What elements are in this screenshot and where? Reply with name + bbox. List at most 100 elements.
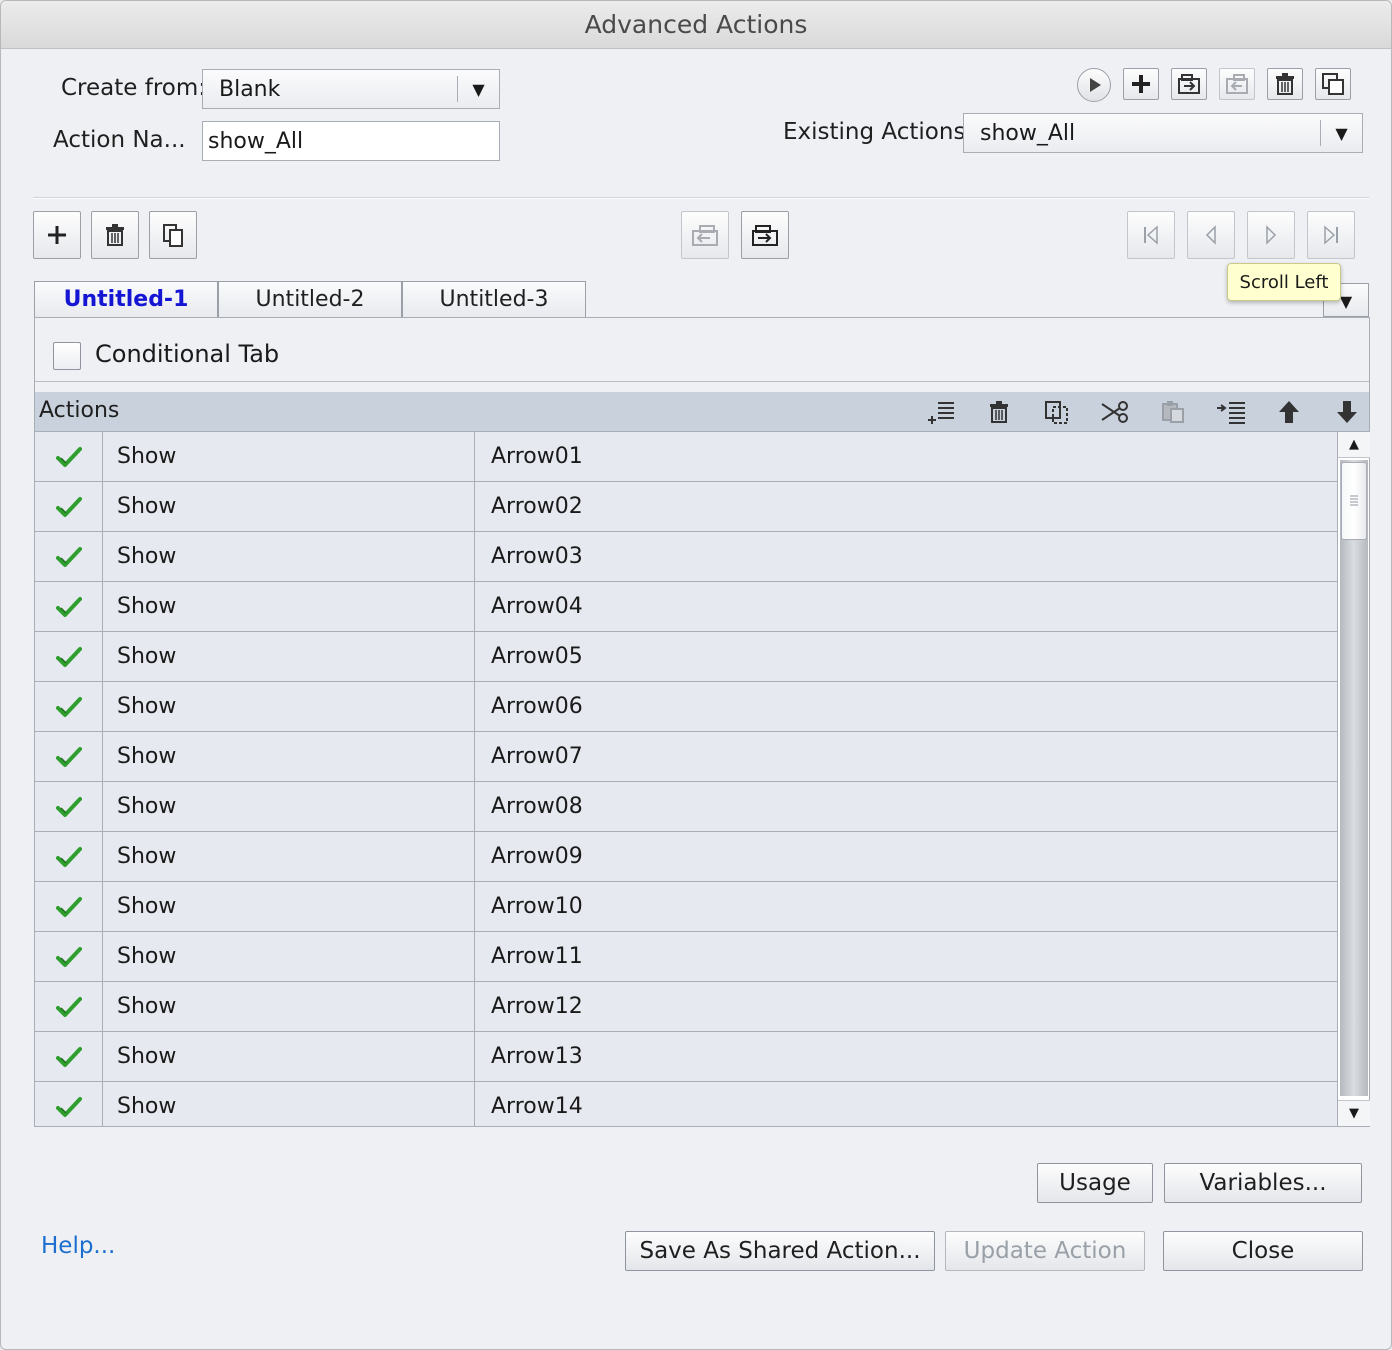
action-cell[interactable]: Show: [103, 732, 475, 781]
checkmark-icon: [55, 1046, 82, 1067]
insert-row-button[interactable]: [925, 396, 957, 428]
checkmark-icon: [55, 946, 82, 967]
action-cell[interactable]: Show: [103, 932, 475, 981]
action-cell[interactable]: Show: [103, 982, 475, 1031]
action-cell[interactable]: Show: [103, 632, 475, 681]
target-cell[interactable]: Arrow14: [475, 1082, 1337, 1126]
tab-untitled-1[interactable]: Untitled-1: [34, 281, 218, 317]
duplicate-action-button[interactable]: [1315, 68, 1351, 100]
action-name-label: Action Na...: [53, 127, 186, 153]
copy-tab-button[interactable]: [149, 211, 197, 259]
table-row[interactable]: Show Arrow09: [35, 832, 1337, 882]
checkmark-icon: [55, 696, 82, 717]
checkmark-icon: [55, 846, 82, 867]
status-cell: [35, 782, 103, 831]
table-row[interactable]: Show Arrow03: [35, 532, 1337, 582]
target-cell[interactable]: Arrow01: [475, 432, 1337, 481]
target-cell[interactable]: Arrow08: [475, 782, 1337, 831]
target-cell[interactable]: Arrow11: [475, 932, 1337, 981]
move-up-button[interactable]: [1273, 396, 1305, 428]
action-cell[interactable]: Show: [103, 682, 475, 731]
target-cell[interactable]: Arrow09: [475, 832, 1337, 881]
save-as-shared-action-button[interactable]: Save As Shared Action...: [625, 1231, 935, 1271]
status-cell: [35, 582, 103, 631]
action-cell[interactable]: Show: [103, 782, 475, 831]
checkmark-icon: [55, 596, 82, 617]
target-cell[interactable]: Arrow13: [475, 1032, 1337, 1081]
table-row[interactable]: Show Arrow08: [35, 782, 1337, 832]
preview-button[interactable]: [1077, 68, 1111, 102]
move-tab-left-button[interactable]: [681, 211, 729, 259]
vertical-scrollbar[interactable]: ▲ ▼: [1337, 432, 1370, 1126]
status-cell: [35, 532, 103, 581]
action-cell[interactable]: Show: [103, 832, 475, 881]
target-cell[interactable]: Arrow03: [475, 532, 1337, 581]
target-cell[interactable]: Arrow10: [475, 882, 1337, 931]
status-cell: [35, 882, 103, 931]
table-row[interactable]: Show Arrow06: [35, 682, 1337, 732]
delete-row-button[interactable]: [983, 396, 1015, 428]
action-cell[interactable]: Show: [103, 532, 475, 581]
action-cell[interactable]: Show: [103, 432, 475, 481]
usage-button[interactable]: Usage: [1037, 1163, 1153, 1203]
table-row[interactable]: Show Arrow14: [35, 1082, 1337, 1126]
tab-untitled-3[interactable]: Untitled-3: [402, 281, 586, 317]
cut-row-button[interactable]: [1099, 396, 1131, 428]
action-cell[interactable]: Show: [103, 582, 475, 631]
new-action-button[interactable]: [1123, 68, 1159, 100]
target-cell[interactable]: Arrow04: [475, 582, 1337, 631]
target-cell[interactable]: Arrow07: [475, 732, 1337, 781]
status-cell: [35, 432, 103, 481]
update-action-button[interactable]: Update Action: [945, 1231, 1145, 1271]
action-name-input[interactable]: show_All: [202, 121, 500, 161]
table-row[interactable]: Show Arrow13: [35, 1032, 1337, 1082]
export-action-button[interactable]: [1219, 68, 1255, 100]
checkmark-icon: [55, 996, 82, 1017]
scroll-track[interactable]: [1340, 460, 1368, 1096]
table-row[interactable]: Show Arrow04: [35, 582, 1337, 632]
delete-action-button[interactable]: [1267, 68, 1303, 100]
plus-icon: [1132, 75, 1150, 93]
table-row[interactable]: Show Arrow07: [35, 732, 1337, 782]
chevron-down-icon: ▼: [1320, 120, 1362, 146]
delete-tab-button[interactable]: [91, 211, 139, 259]
table-row[interactable]: Show Arrow11: [35, 932, 1337, 982]
target-cell[interactable]: Arrow05: [475, 632, 1337, 681]
table-row[interactable]: Show Arrow12: [35, 982, 1337, 1032]
move-down-button[interactable]: [1331, 396, 1363, 428]
export-icon: [692, 225, 718, 246]
table-row[interactable]: Show Arrow01: [35, 432, 1337, 482]
existing-actions-dropdown[interactable]: show_All ▼: [963, 113, 1363, 153]
close-button[interactable]: Close: [1163, 1231, 1363, 1271]
import-action-button[interactable]: [1171, 68, 1207, 100]
move-tab-right-button[interactable]: [741, 211, 789, 259]
previous-tab-button[interactable]: [1187, 211, 1235, 259]
target-cell[interactable]: Arrow12: [475, 982, 1337, 1031]
table-row[interactable]: Show Arrow10: [35, 882, 1337, 932]
scroll-thumb[interactable]: [1341, 462, 1367, 540]
scroll-up-arrow-icon[interactable]: ▲: [1338, 432, 1370, 458]
target-cell[interactable]: Arrow06: [475, 682, 1337, 731]
conditional-tab-checkbox[interactable]: [53, 342, 81, 370]
export-icon: [1226, 74, 1248, 94]
table-row[interactable]: Show Arrow05: [35, 632, 1337, 682]
table-row[interactable]: Show Arrow02: [35, 482, 1337, 532]
scroll-down-arrow-icon[interactable]: ▼: [1338, 1100, 1370, 1126]
action-cell[interactable]: Show: [103, 1032, 475, 1081]
first-tab-button[interactable]: [1127, 211, 1175, 259]
variables-button[interactable]: Variables...: [1164, 1163, 1362, 1203]
next-tab-button[interactable]: [1247, 211, 1295, 259]
tab-untitled-2[interactable]: Untitled-2: [218, 281, 402, 317]
help-link[interactable]: Help...: [41, 1233, 115, 1259]
insert-row-icon: [928, 402, 954, 424]
paste-row-button[interactable]: [1157, 396, 1189, 428]
action-cell[interactable]: Show: [103, 482, 475, 531]
copy-row-button[interactable]: [1041, 396, 1073, 428]
target-cell[interactable]: Arrow02: [475, 482, 1337, 531]
insert-row-below-button[interactable]: [1215, 396, 1247, 428]
add-tab-button[interactable]: [33, 211, 81, 259]
action-cell[interactable]: Show: [103, 1082, 475, 1126]
create-from-dropdown[interactable]: Blank ▼: [202, 69, 500, 109]
last-tab-button[interactable]: [1307, 211, 1355, 259]
action-cell[interactable]: Show: [103, 882, 475, 931]
